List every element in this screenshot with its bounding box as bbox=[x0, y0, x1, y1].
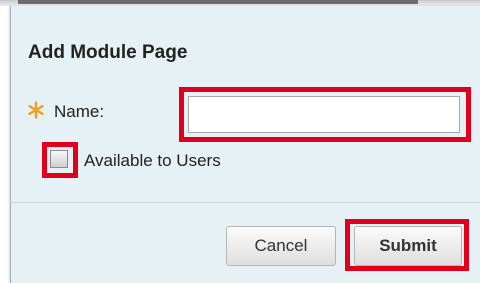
available-checkbox[interactable] bbox=[50, 150, 68, 168]
screenshot: Add Module Page Name: Available to Users… bbox=[0, 0, 480, 283]
dialog-title: Add Module Page bbox=[28, 42, 188, 63]
name-label: Name: bbox=[54, 102, 105, 121]
name-input[interactable] bbox=[188, 96, 460, 133]
cancel-button[interactable]: Cancel bbox=[226, 226, 336, 266]
submit-button[interactable]: Submit bbox=[354, 226, 462, 266]
dialog-divider bbox=[10, 202, 480, 203]
top-shadow bbox=[18, 0, 418, 4]
asterisk-icon bbox=[28, 101, 44, 119]
available-label[interactable]: Available to Users bbox=[84, 151, 221, 171]
